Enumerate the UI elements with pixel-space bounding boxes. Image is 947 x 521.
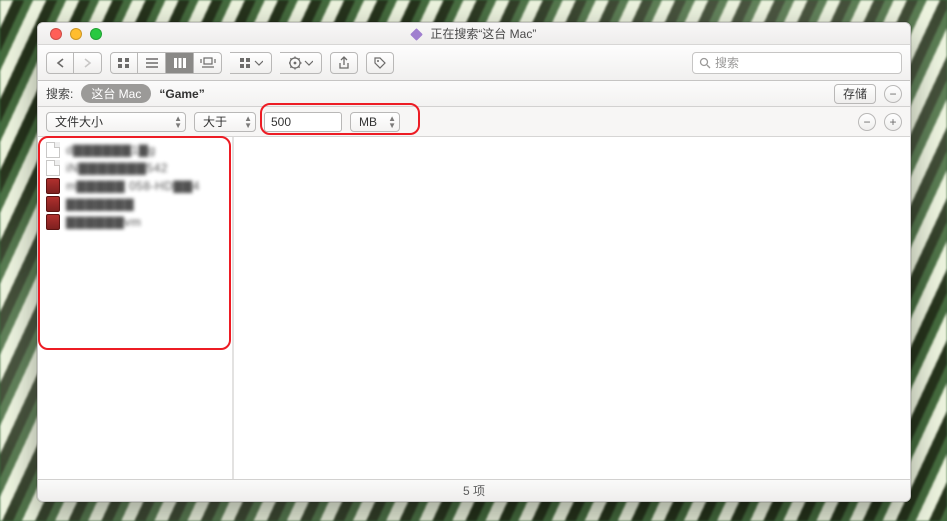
- add-criteria-button[interactable]: +: [884, 113, 902, 131]
- action-menu-button[interactable]: [280, 52, 322, 74]
- arrange-menu-button[interactable]: [230, 52, 272, 74]
- search-scope-bar: 搜索: 这台 Mac “Game” 存储 −: [38, 81, 910, 107]
- view-coverflow-button[interactable]: [194, 52, 222, 74]
- criteria-attribute-select[interactable]: 文件大小 ▲▼: [46, 112, 186, 132]
- view-list-button[interactable]: [138, 52, 166, 74]
- result-row[interactable]: d▇▇▇▇▇▇1▇g: [38, 141, 232, 159]
- result-row[interactable]: ▇▇▇▇▇▇▇: [38, 195, 232, 213]
- forward-button[interactable]: [74, 52, 102, 74]
- save-search-button[interactable]: 存储: [834, 84, 876, 104]
- chevron-updown-icon: ▲▼: [244, 115, 252, 129]
- scope-this-mac[interactable]: 这台 Mac: [81, 84, 151, 103]
- results-area: d▇▇▇▇▇▇1▇g iN▇▇▇▇▇▇▇542 m▇▇▇▇▇ 058-HD▇▇4 ▇▇…: [38, 137, 910, 479]
- search-field[interactable]: 搜索: [692, 52, 902, 74]
- criteria-unit-value: MB: [359, 115, 377, 129]
- app-icon: [46, 178, 60, 194]
- app-icon: [46, 214, 60, 230]
- finder-window: 正在搜索“这台 Mac”: [37, 22, 911, 502]
- result-filename: d▇▇▇▇▇▇1▇g: [66, 143, 156, 157]
- criteria-operator-select[interactable]: 大于 ▲▼: [194, 112, 256, 132]
- search-label: 搜索:: [46, 85, 73, 102]
- smart-folder-icon: [410, 28, 423, 41]
- arrange-group: [230, 52, 272, 74]
- chevron-updown-icon: ▲▼: [388, 115, 396, 129]
- result-row[interactable]: m▇▇▇▇▇ 058-HD▇▇4: [38, 177, 232, 195]
- toolbar: 搜索: [38, 45, 910, 81]
- window-title: 正在搜索“这台 Mac”: [38, 25, 910, 42]
- results-column[interactable]: d▇▇▇▇▇▇1▇g iN▇▇▇▇▇▇▇542 m▇▇▇▇▇ 058-HD▇▇4 ▇▇…: [38, 137, 233, 479]
- result-row[interactable]: ▇▇▇▇▇▇vm: [38, 213, 232, 231]
- criteria-value-input[interactable]: [264, 112, 342, 132]
- result-filename: ▇▇▇▇▇▇▇: [66, 197, 134, 211]
- titlebar: 正在搜索“这台 Mac”: [38, 23, 910, 45]
- chevron-updown-icon: ▲▼: [174, 115, 182, 129]
- minimize-button[interactable]: [70, 28, 82, 40]
- search-placeholder: 搜索: [715, 54, 739, 71]
- view-icon-button[interactable]: [110, 52, 138, 74]
- search-icon: [699, 57, 711, 69]
- criteria-operator-value: 大于: [203, 113, 227, 130]
- window-controls: [38, 28, 102, 40]
- action-group: [280, 52, 322, 74]
- document-icon: [46, 142, 60, 158]
- zoom-button[interactable]: [90, 28, 102, 40]
- result-filename: ▇▇▇▇▇▇vm: [66, 215, 141, 229]
- criteria-unit-select[interactable]: MB ▲▼: [350, 112, 400, 132]
- share-button[interactable]: [330, 52, 358, 74]
- document-icon: [46, 160, 60, 176]
- item-count: 5 项: [463, 482, 485, 499]
- scope-context[interactable]: “Game”: [159, 87, 204, 101]
- back-button[interactable]: [46, 52, 74, 74]
- window-title-text: 正在搜索“这台 Mac”: [430, 27, 536, 41]
- result-filename: m▇▇▇▇▇ 058-HD▇▇4: [66, 179, 200, 193]
- remove-criteria-button[interactable]: −: [858, 113, 876, 131]
- search-criteria-row: 文件大小 ▲▼ 大于 ▲▼ MB ▲▼ − +: [38, 107, 910, 137]
- close-button[interactable]: [50, 28, 62, 40]
- preview-column: [234, 137, 910, 479]
- save-search-label: 存储: [843, 85, 867, 102]
- view-switcher: [110, 52, 222, 74]
- criteria-attribute-value: 文件大小: [55, 113, 103, 130]
- nav-group: [46, 52, 102, 74]
- tags-button[interactable]: [366, 52, 394, 74]
- view-columns-button[interactable]: [166, 52, 194, 74]
- result-filename: iN▇▇▇▇▇▇▇542: [66, 161, 168, 175]
- result-row[interactable]: iN▇▇▇▇▇▇▇542: [38, 159, 232, 177]
- app-icon: [46, 196, 60, 212]
- remove-scope-button[interactable]: −: [884, 85, 902, 103]
- status-bar: 5 项: [38, 479, 910, 501]
